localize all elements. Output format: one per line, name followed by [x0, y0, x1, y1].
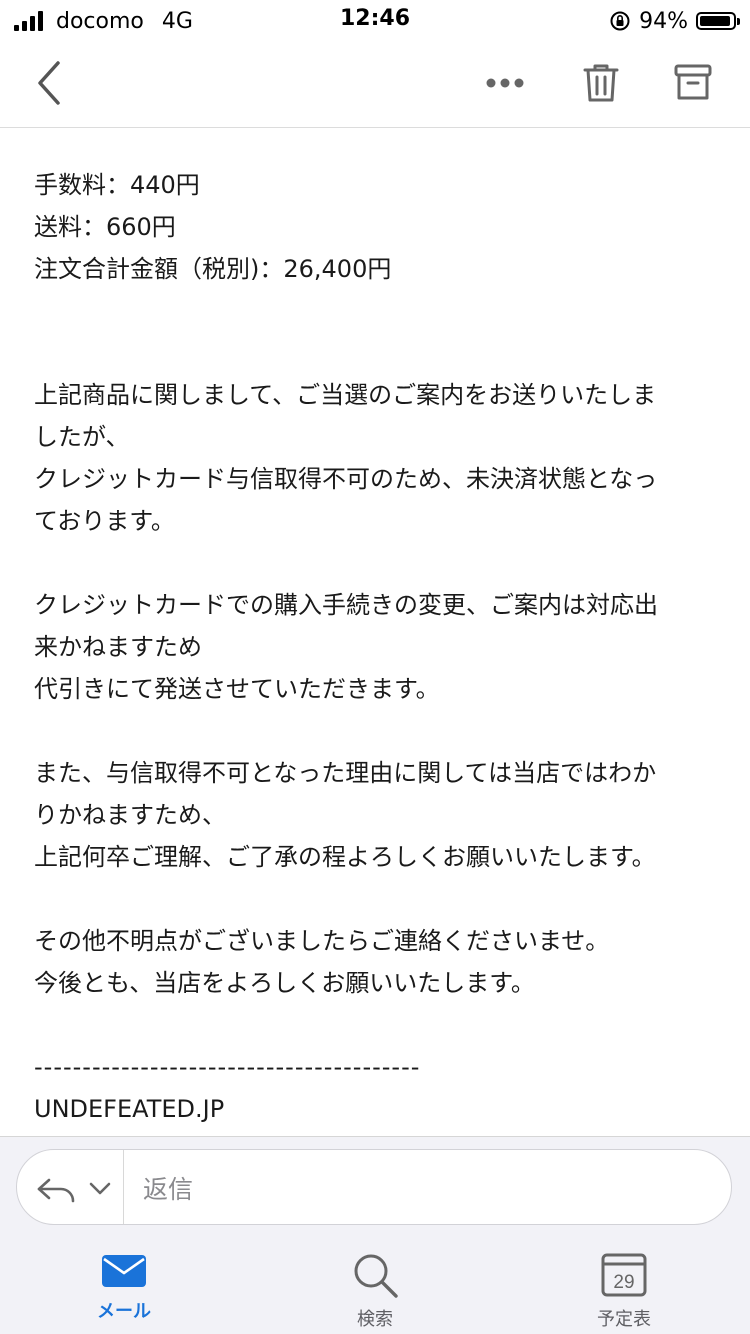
- body-text: したが、: [34, 423, 130, 451]
- reply-divider: [123, 1150, 124, 1224]
- body-text: 今後とも、当店をよろしくお願いいたします。: [34, 969, 535, 997]
- tab-mail[interactable]: メール: [49, 1251, 199, 1323]
- nav-bar: [0, 42, 750, 128]
- shipping-line: 送料：660円: [34, 213, 176, 241]
- total-line: 注文合計金額（税別)：26,400円: [34, 255, 392, 283]
- signature: UNDEFEATED.JP: [34, 1095, 225, 1123]
- tab-search[interactable]: 検索: [300, 1251, 450, 1331]
- archive-icon[interactable]: [668, 58, 718, 108]
- body-text: りかねますため、: [34, 801, 226, 829]
- reply-bar[interactable]: 返信: [16, 1149, 732, 1225]
- battery-icon: [696, 12, 740, 30]
- status-right: 94%: [609, 6, 740, 36]
- ellipsis-icon[interactable]: [480, 58, 530, 108]
- chevron-left-icon[interactable]: [26, 58, 76, 108]
- tab-calendar[interactable]: 29 予定表: [549, 1251, 699, 1331]
- calendar-day: 29: [613, 1272, 634, 1293]
- body-text: 上記商品に関しまして、ご当選のご案内をお送りいたしま: [34, 381, 657, 409]
- bottom-bar: 返信 メール 検索 29 予定表: [0, 1136, 750, 1334]
- search-icon: [354, 1254, 398, 1298]
- status-bar: docomo 4G 12:46 94%: [0, 0, 750, 42]
- signature-divider: ----------------------------------------: [34, 1053, 421, 1081]
- body-text: クレジットカードでの購入手続きの変更、ご案内は対応出: [34, 591, 658, 619]
- body-text: 代引きにて発送させていただきます。: [34, 675, 440, 703]
- body-text: クレジットカード与信取得不可のため、未決済状態となっ: [34, 465, 658, 493]
- trash-icon[interactable]: [576, 58, 626, 108]
- calendar-icon: 29: [601, 1253, 647, 1297]
- screen: docomo 4G 12:46 94% 手数料：440円 送料：660円 注文合…: [0, 0, 750, 1334]
- orientation-lock-icon: [610, 11, 630, 31]
- body-text: その他不明点がございましたらご連絡くださいませ。: [34, 927, 610, 955]
- body-text: ております。: [34, 507, 175, 535]
- reply-label: 返信: [143, 1175, 194, 1204]
- tab-label: 予定表: [597, 1309, 651, 1330]
- body-text: 来かねますため: [34, 633, 202, 661]
- tab-label: 検索: [357, 1309, 393, 1330]
- body-text: 上記何卒ご理解、ご了承の程よろしくお願いいたします。: [34, 843, 656, 871]
- body-text: また、与信取得不可となった理由に関しては当店ではわか: [34, 759, 657, 787]
- reply-icon[interactable]: [35, 1168, 135, 1208]
- battery-percent: 94%: [639, 8, 688, 34]
- fee-line: 手数料：440円: [34, 171, 200, 199]
- tab-label: メール: [97, 1301, 151, 1322]
- mail-icon: [102, 1255, 146, 1287]
- mail-body: 手数料：440円 送料：660円 注文合計金額（税別)：26,400円 上記商品…: [34, 164, 724, 1130]
